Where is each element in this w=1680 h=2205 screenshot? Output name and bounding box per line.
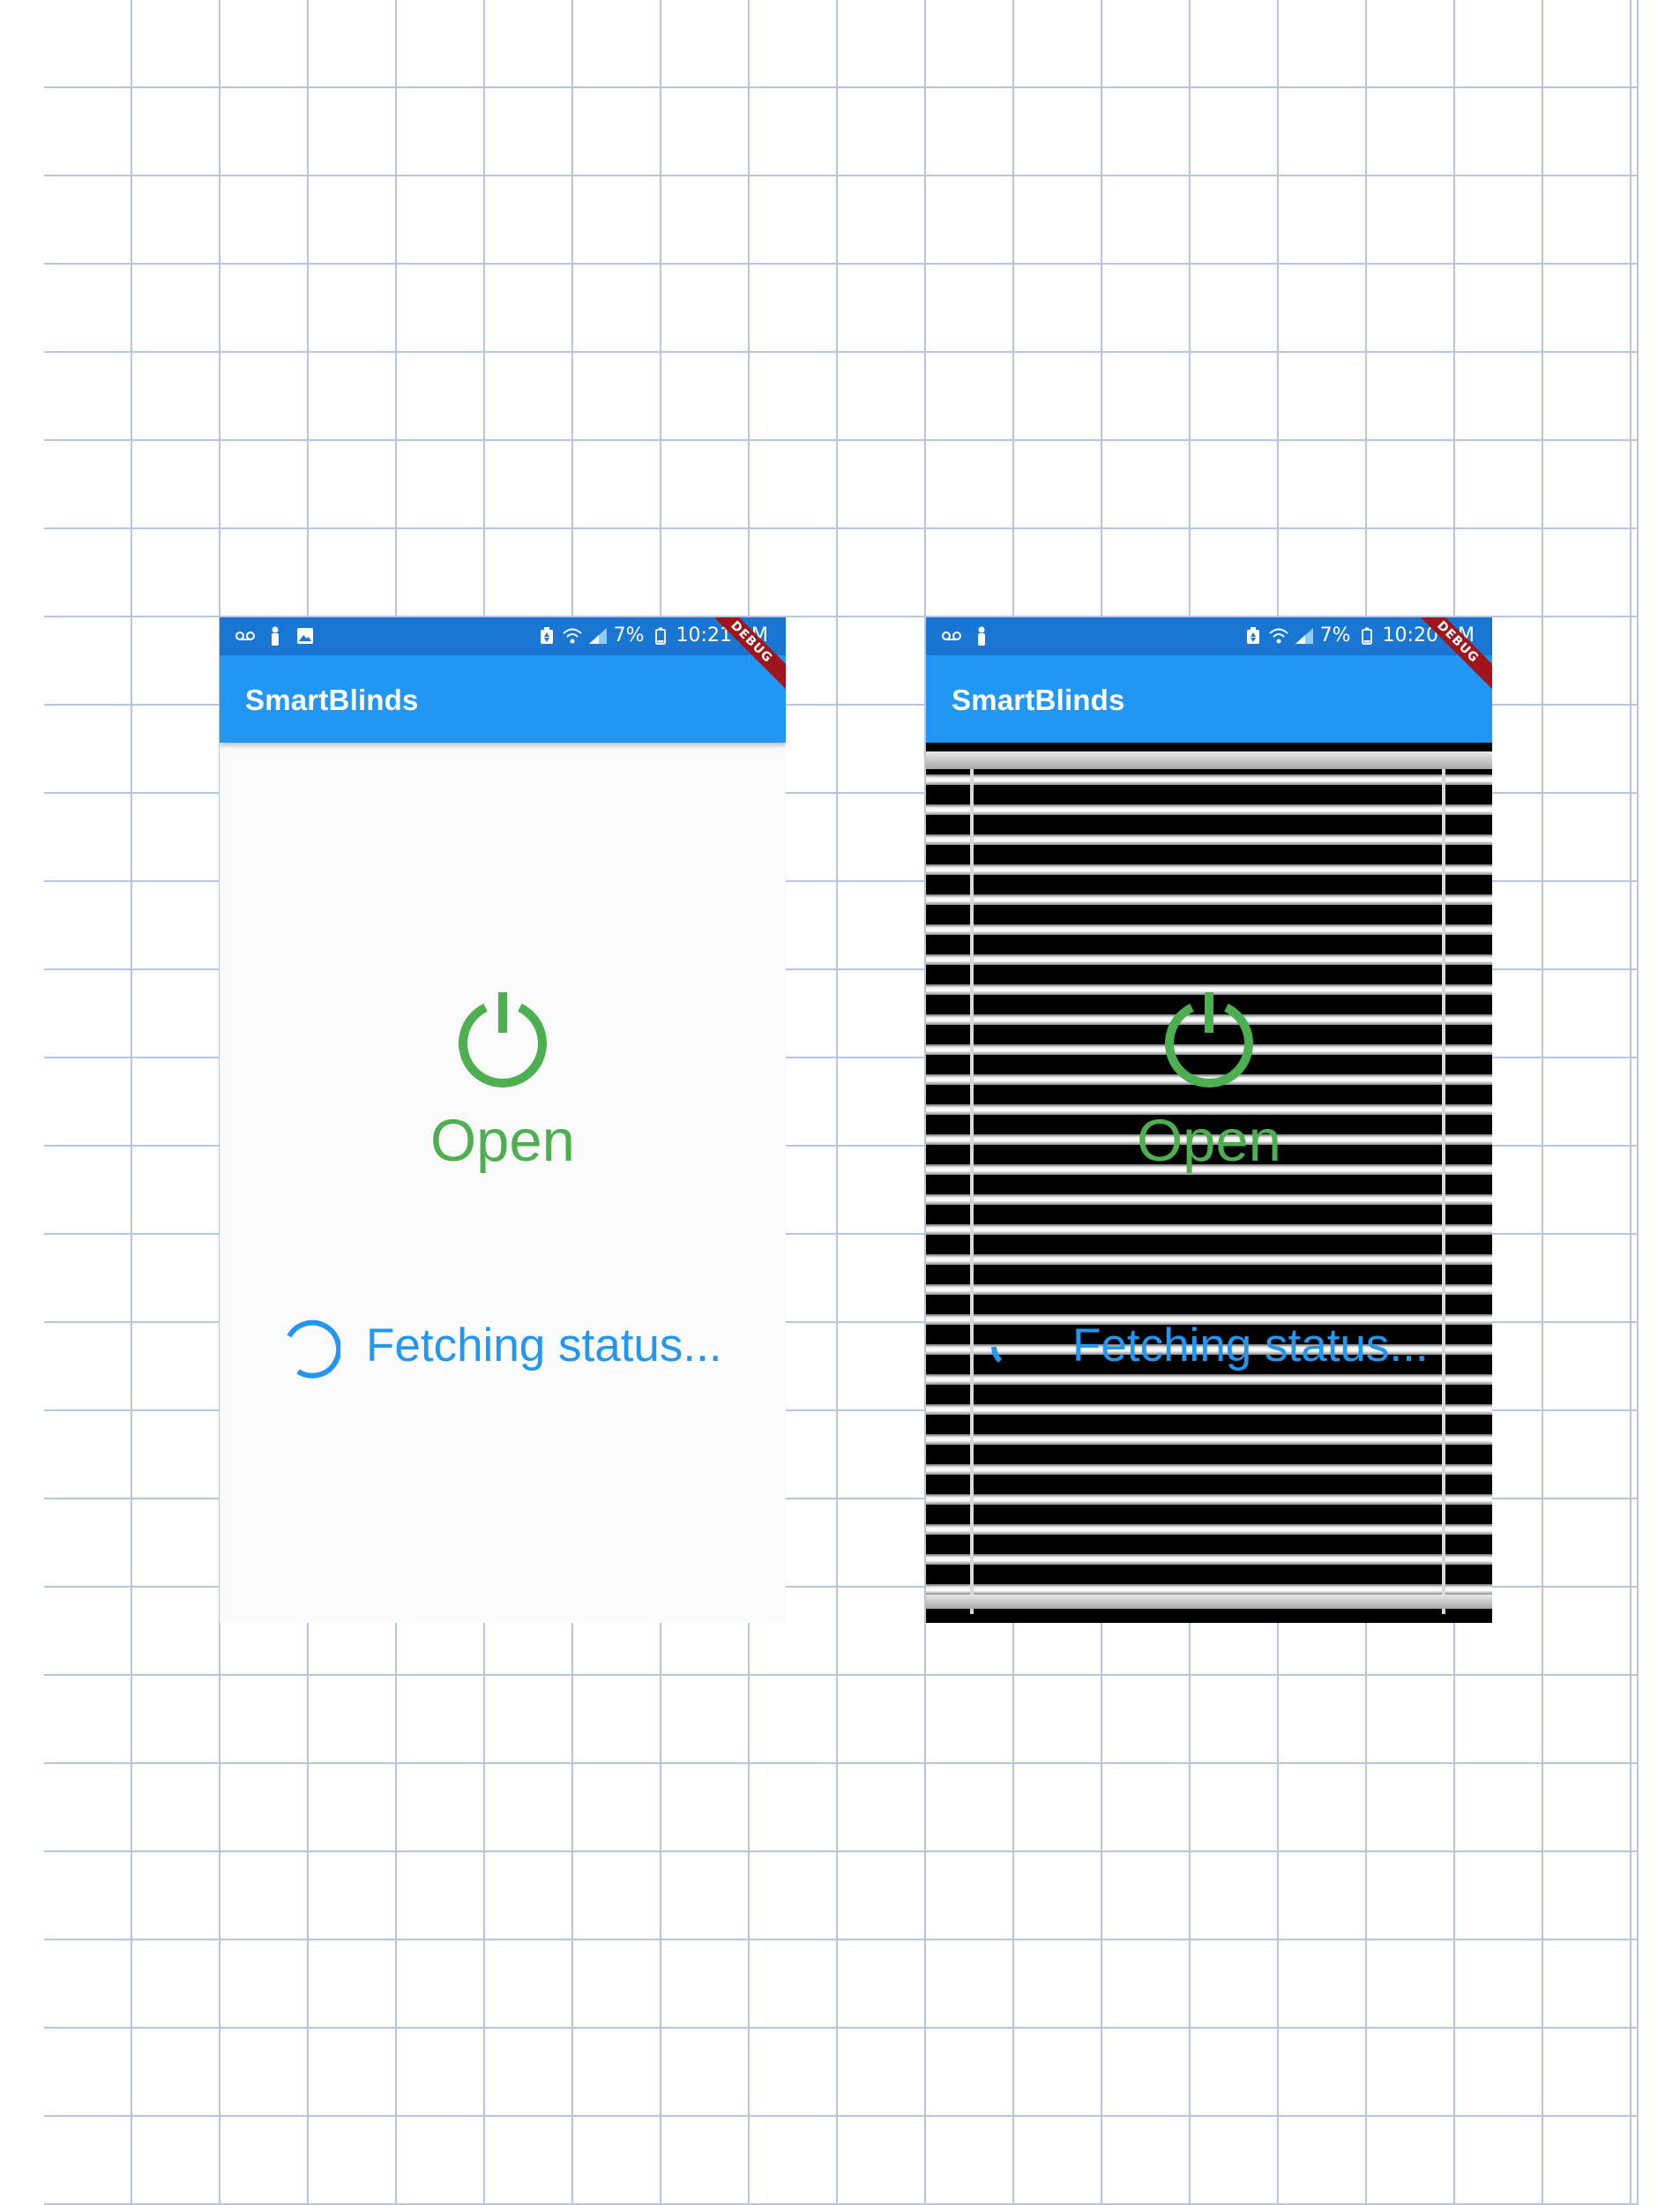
power-icon[interactable] <box>1159 987 1259 1088</box>
app-bar: SmartBlinds <box>926 655 1492 743</box>
app-title: SmartBlinds <box>245 684 419 716</box>
blind-slat <box>926 1404 1492 1415</box>
main-content: Open Fetching status... <box>926 743 1492 1623</box>
voicemail-icon <box>942 625 961 647</box>
blind-slat <box>926 1584 1492 1595</box>
debug-banner-label: DEBUG <box>706 617 786 697</box>
fetch-status-text: Fetching status... <box>1072 1319 1429 1372</box>
battery-saver-icon <box>537 625 556 647</box>
battery-icon <box>651 625 670 647</box>
blind-slat <box>926 864 1492 875</box>
blind-slat <box>926 804 1492 815</box>
blind-slat <box>926 1254 1492 1265</box>
main-content: Open Fetching status... <box>220 743 786 1623</box>
app-bar: SmartBlinds <box>220 655 786 743</box>
debug-banner: DEBUG <box>706 617 786 697</box>
spinner-icon <box>287 1319 340 1379</box>
blind-slat <box>926 954 1492 965</box>
blind-slat <box>926 1494 1492 1505</box>
debug-banner: DEBUG <box>1413 617 1492 697</box>
blind-slat <box>926 1284 1492 1295</box>
status-bar: 7% 10:20 AM <box>926 617 1492 655</box>
blind-slat <box>926 834 1492 845</box>
blind-slat <box>926 774 1492 785</box>
status-bar: 7% 10:21 AM <box>220 617 786 655</box>
blinds-state-label: Open <box>1137 1108 1281 1174</box>
spinner-icon <box>991 1346 1003 1364</box>
blinds-state-label: Open <box>430 1108 575 1174</box>
fetch-status-row: Fetching status... <box>926 1312 1492 1382</box>
fetch-status-row: Fetching status... <box>220 1312 786 1382</box>
wifi-icon <box>1268 625 1288 647</box>
battery-saver-icon <box>1243 625 1263 647</box>
phone-screen-right: 7% 10:20 AM SmartBlinds DEBUG Open Fetch… <box>926 617 1492 1623</box>
battery-percent: 7% <box>1319 624 1351 647</box>
phone-screen-left: 7% 10:21 AM SmartBlinds DEBUG Open Fetch… <box>220 617 786 1623</box>
fetch-status-text: Fetching status... <box>366 1319 722 1372</box>
person-icon <box>972 625 991 647</box>
blind-slat <box>926 1434 1492 1445</box>
battery-percent: 7% <box>613 624 645 647</box>
voicemail-icon <box>235 625 255 647</box>
blind-slat <box>926 924 1492 935</box>
signal-icon <box>1295 625 1314 647</box>
blind-slat <box>926 1524 1492 1535</box>
blind-slat <box>926 894 1492 905</box>
blind-slat <box>926 1224 1492 1235</box>
window-blinds-image <box>926 743 1492 1623</box>
person-icon <box>265 625 285 647</box>
power-icon[interactable] <box>452 987 553 1088</box>
blind-slat <box>926 1194 1492 1205</box>
blind-slat <box>926 1554 1492 1565</box>
debug-banner-label: DEBUG <box>1413 617 1492 697</box>
image-icon <box>295 625 315 647</box>
app-title: SmartBlinds <box>952 684 1125 716</box>
signal-icon <box>588 625 608 647</box>
wifi-icon <box>562 625 582 647</box>
blind-slat <box>926 1464 1492 1475</box>
battery-icon <box>1357 625 1377 647</box>
